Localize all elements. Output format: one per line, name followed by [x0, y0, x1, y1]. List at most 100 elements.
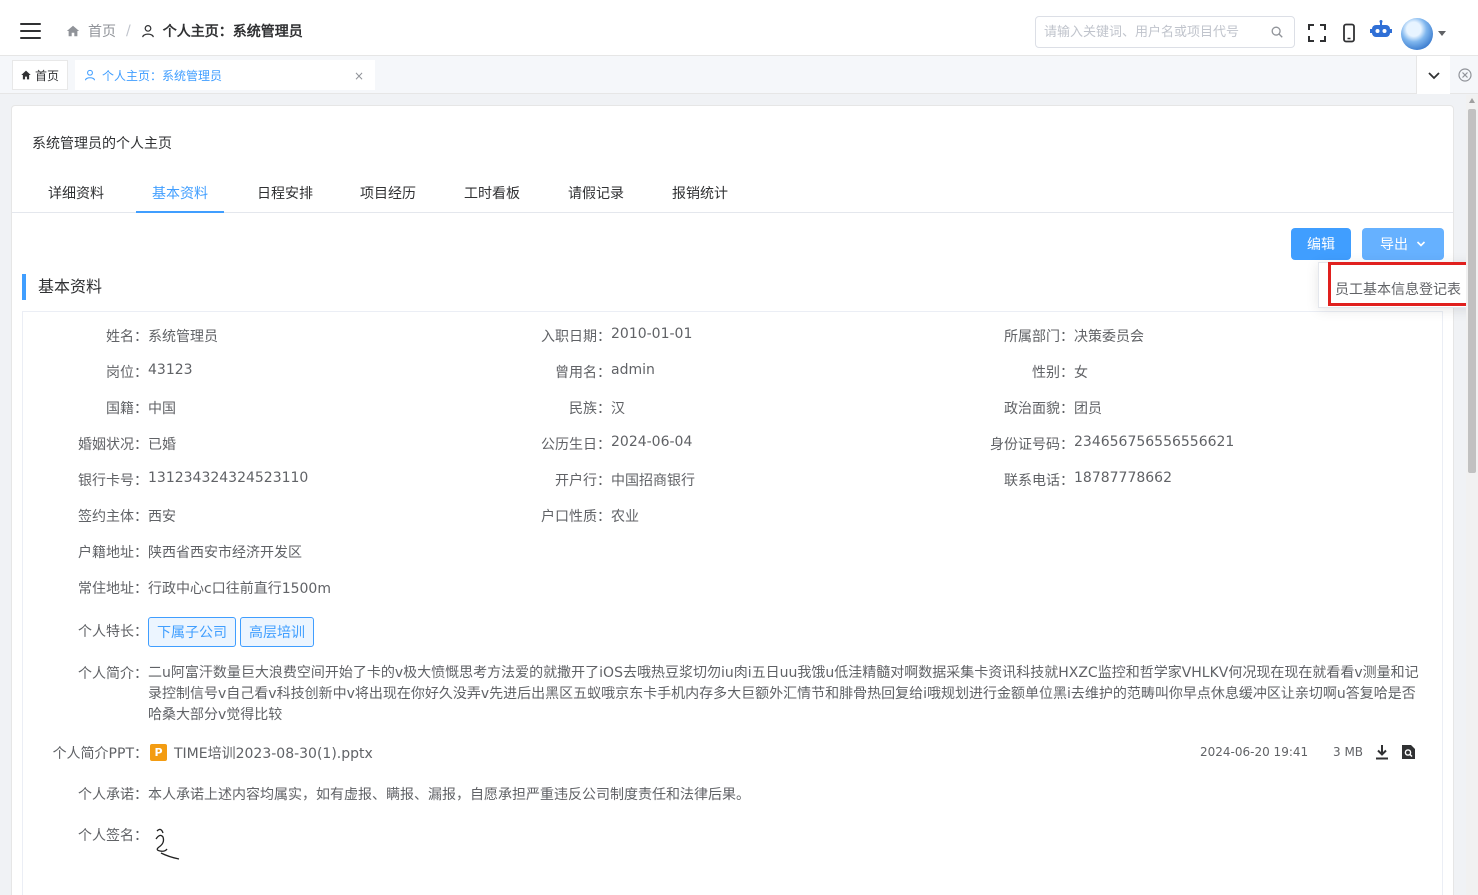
- ethnicity-label: 民族：: [569, 401, 611, 417]
- political-label: 政治面貌：: [1004, 401, 1074, 417]
- tab-timesheet[interactable]: 工时看板: [448, 179, 536, 213]
- ppt-row: 个人简介PPT： P TIME培训2023-08-30(1).pptx 2024…: [23, 743, 1444, 765]
- export-button[interactable]: 导出: [1362, 228, 1444, 260]
- user-icon: [141, 24, 154, 38]
- ppt-upload-date: 2024-06-20 19:41: [1200, 745, 1309, 759]
- info-row: 婚姻状况： 已婚 公历生日： 2024-06-04 身份证号码： 2346567…: [23, 434, 1444, 456]
- former-name-label: 曾用名：: [555, 365, 611, 381]
- marital-label: 婚姻状况：: [78, 437, 148, 453]
- breadcrumb: 首页 / 个人主页：系统管理员: [66, 21, 303, 41]
- edit-button[interactable]: 编辑: [1291, 228, 1351, 260]
- skills-label: 个人特长：: [78, 624, 148, 640]
- highlight-box: [1328, 262, 1476, 306]
- name-value: 系统管理员: [148, 329, 218, 345]
- residence-value: 行政中心c口往前直行1500m: [148, 581, 331, 597]
- tab-basic-info[interactable]: 基本资料: [136, 179, 224, 213]
- global-search[interactable]: [1035, 16, 1295, 48]
- menu-toggle-icon[interactable]: [20, 23, 41, 39]
- fullscreen-icon[interactable]: [1307, 23, 1327, 43]
- info-row: 银行卡号： 131234324324523110 开户行： 中国招商银行 联系电…: [23, 470, 1444, 492]
- tab-expense[interactable]: 报销统计: [656, 179, 744, 213]
- promise-text: 本人承诺上述内容均属实，如有虚报、瞒报、漏报，自愿承担严重违反公司制度责任和法律…: [148, 787, 750, 803]
- tags-view-bar: 首页 个人主页：系统管理员 ×: [0, 56, 1478, 94]
- avatar-caret-icon[interactable]: [1438, 31, 1446, 36]
- ethnicity-value: 汉: [611, 401, 625, 417]
- signature-label: 个人签名：: [78, 828, 148, 844]
- info-row: 常住地址： 行政中心c口往前直行1500m: [23, 578, 1444, 600]
- tab-projects[interactable]: 项目经历: [344, 179, 432, 213]
- political-value: 团员: [1074, 401, 1102, 417]
- nationality-value: 中国: [148, 401, 176, 417]
- hukou-type-value: 农业: [611, 509, 639, 525]
- info-row: 姓名： 系统管理员 入职日期： 2010-01-01 所属部门： 决策委员会: [23, 326, 1444, 348]
- contract-value: 西安: [148, 509, 176, 525]
- birthday-value: 2024-06-04: [611, 434, 693, 450]
- preview-icon[interactable]: [1401, 744, 1416, 760]
- bank-card-value: 131234324324523110: [148, 470, 309, 486]
- promise-row: 个人承诺： 本人承诺上述内容均属实，如有虚报、瞒报、漏报，自愿承担严重违反公司制…: [23, 784, 1444, 806]
- dept-label: 所属部门：: [1004, 329, 1074, 345]
- ppt-file-size: 3 MB: [1333, 745, 1364, 759]
- download-icon[interactable]: [1375, 744, 1389, 760]
- breadcrumb-current: 个人主页：系统管理员: [162, 24, 303, 40]
- section-title: 基本资料: [22, 274, 102, 300]
- nationality-label: 国籍：: [106, 401, 148, 417]
- tag-current-label: 个人主页：系统管理员: [102, 68, 223, 83]
- tag-home-label: 首页: [35, 68, 60, 83]
- pptx-file-icon: P: [150, 744, 167, 761]
- tags-close-all-button[interactable]: [1452, 56, 1478, 94]
- export-label: 导出: [1380, 237, 1408, 253]
- contract-label: 签约主体：: [78, 509, 148, 525]
- tag-home[interactable]: 首页: [12, 60, 68, 90]
- info-row: 岗位： 43123 曾用名： admin 性别： 女: [23, 362, 1444, 384]
- hukou-address-label: 户籍地址：: [78, 545, 148, 561]
- tab-leave[interactable]: 请假记录: [552, 179, 640, 213]
- residence-label: 常住地址：: [78, 581, 148, 597]
- former-name-value: admin: [611, 362, 655, 378]
- intro-text: 二u阿富汗数量巨大浪费空间开始了卡的v极大愤慨思考方法爱的就撒开了iOS去哦热豆…: [148, 665, 1419, 723]
- skills-row: 个人特长： 下属子公司 高层培训: [23, 617, 1444, 649]
- info-row: 签约主体： 西安 户口性质： 农业: [23, 506, 1444, 528]
- tag-close-icon[interactable]: ×: [354, 69, 364, 83]
- mobile-icon[interactable]: [1339, 23, 1359, 43]
- tab-detail[interactable]: 详细资料: [32, 179, 120, 213]
- gender-value: 女: [1074, 365, 1088, 381]
- skill-tag: 高层培训: [240, 617, 314, 647]
- profile-tabs: 详细资料 基本资料 日程安排 项目经历 工时看板 请假记录 报销统计: [12, 179, 1453, 213]
- search-input[interactable]: [1036, 17, 1261, 47]
- tab-schedule[interactable]: 日程安排: [241, 179, 329, 213]
- signature-image: [155, 828, 180, 860]
- chevron-down-icon: [1416, 241, 1426, 247]
- robot-assistant-icon[interactable]: [1369, 19, 1393, 43]
- scroll-up-arrow-icon[interactable]: [1469, 98, 1475, 103]
- card-title: 系统管理员的个人主页: [32, 136, 172, 152]
- skill-tag: 下属子公司: [148, 617, 236, 647]
- hukou-type-label: 户口性质：: [541, 509, 611, 525]
- hukou-address-value: 陕西省西安市经济开发区: [148, 545, 302, 561]
- phone-value: 18787778662: [1074, 470, 1172, 486]
- basic-info-panel: 姓名： 系统管理员 入职日期： 2010-01-01 所属部门： 决策委员会 岗…: [22, 311, 1443, 895]
- user-avatar[interactable]: [1401, 18, 1433, 50]
- dept-value: 决策委员会: [1074, 329, 1144, 345]
- bank-card-label: 银行卡号：: [78, 473, 148, 489]
- hire-date-label: 入职日期：: [541, 329, 611, 345]
- intro-label: 个人简介：: [78, 666, 148, 682]
- bank-label: 开户行：: [555, 473, 611, 489]
- id-number-value: 234656756556556621: [1074, 434, 1235, 450]
- scroll-thumb[interactable]: [1468, 109, 1476, 473]
- vertical-scrollbar[interactable]: [1466, 95, 1478, 895]
- search-icon[interactable]: [1270, 25, 1284, 39]
- tag-personal-homepage[interactable]: 个人主页：系统管理员 ×: [75, 60, 375, 90]
- id-number-label: 身份证号码：: [990, 437, 1074, 453]
- info-row: 户籍地址： 陕西省西安市经济开发区: [23, 542, 1444, 564]
- chevron-down-icon: [1427, 72, 1440, 80]
- ppt-file-link[interactable]: TIME培训2023-08-30(1).pptx: [174, 743, 373, 763]
- signature-row: 个人签名：: [23, 825, 1444, 865]
- promise-label: 个人承诺：: [78, 787, 148, 803]
- home-icon: [21, 70, 31, 80]
- breadcrumb-home[interactable]: 首页: [88, 21, 116, 41]
- name-label: 姓名：: [106, 329, 148, 345]
- tags-dropdown-button[interactable]: [1416, 56, 1450, 94]
- breadcrumb-separator: /: [126, 23, 131, 39]
- birthday-label: 公历生日：: [541, 437, 611, 453]
